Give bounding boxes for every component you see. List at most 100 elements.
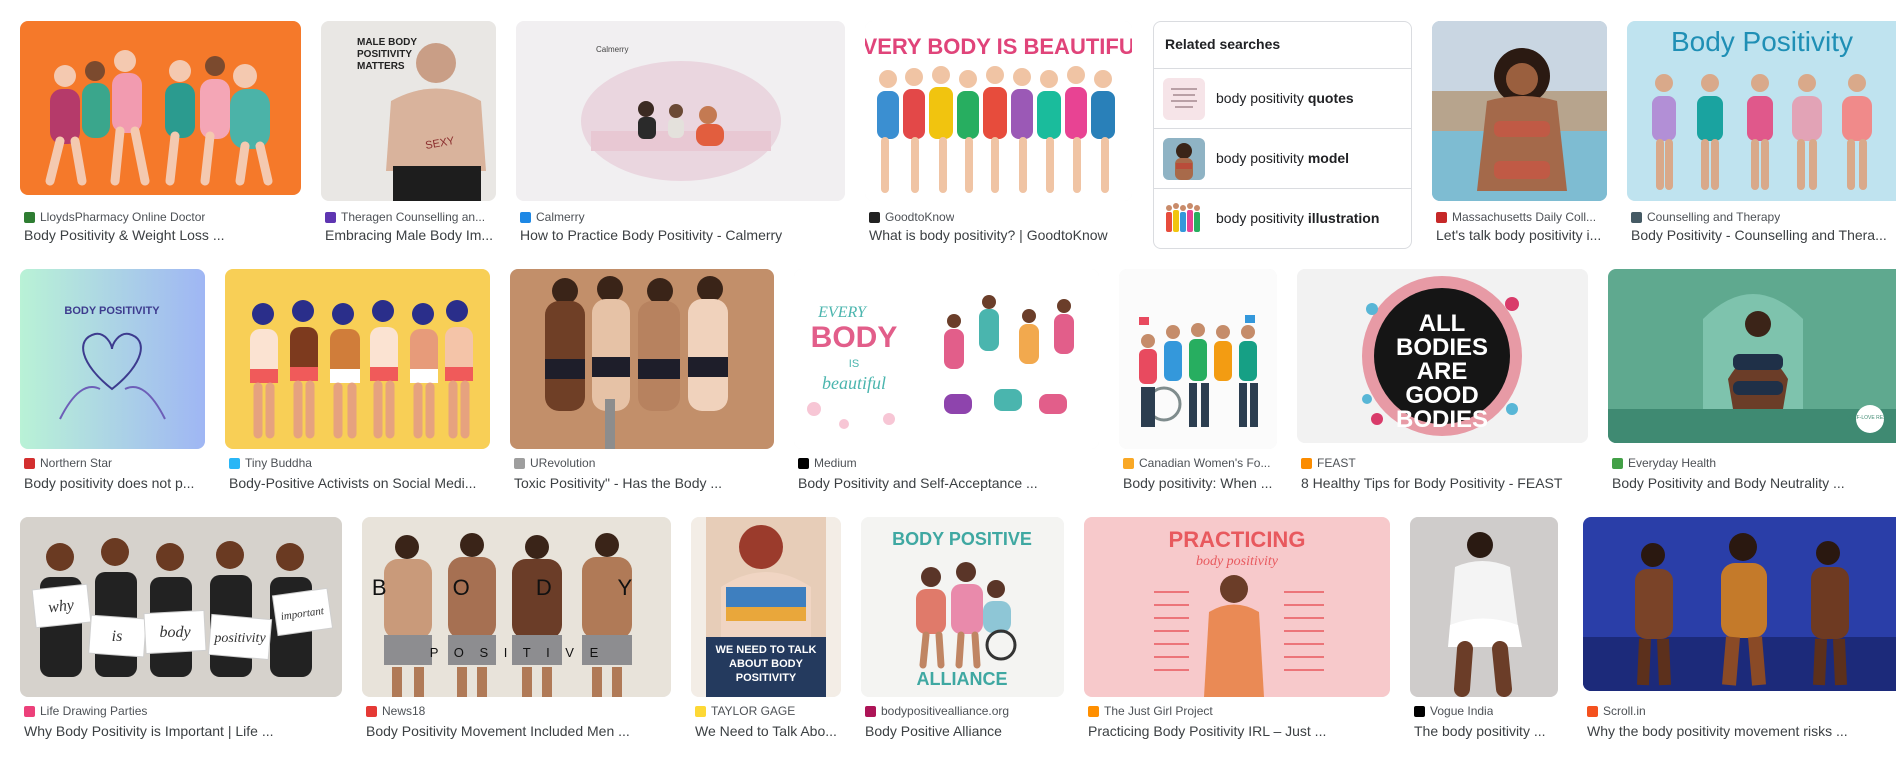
result-title[interactable]: Body Positive Alliance: [865, 721, 1064, 741]
result-title[interactable]: Body Positivity Movement Included Men ..…: [366, 721, 671, 741]
result-thumbnail[interactable]: EVERY BODY IS BEAUTIFUL: [865, 21, 1132, 201]
result-title[interactable]: Practicing Body Positivity IRL – Just ..…: [1088, 721, 1390, 741]
result-card[interactable]: Calmerry Calmerry How to Practice Body P…: [516, 21, 845, 253]
result-image: WE NEED TO TALK ABOUT BODY POSITIVITY: [691, 517, 841, 697]
result-title[interactable]: How to Practice Body Positivity - Calmer…: [520, 225, 845, 245]
thumb-caption: Calmerry: [596, 45, 628, 54]
result-card[interactable]: Tiny Buddha Body-Positive Activists on S…: [225, 269, 490, 501]
result-card[interactable]: Scroll.in Why the body positivity moveme…: [1583, 517, 1896, 749]
result-thumbnail[interactable]: B O D Y P O S I T I V E: [362, 517, 671, 697]
result-title[interactable]: Body Positivity - Counselling and Thera.…: [1631, 225, 1896, 245]
result-card[interactable]: EVERY BODY IS BEAUTIFUL GoodtoKnow What …: [865, 21, 1132, 253]
result-card[interactable]: URevolution Toxic Positivity" - Has the …: [510, 269, 774, 501]
result-card[interactable]: Body Positivity Counselling and Therapy …: [1627, 21, 1896, 253]
site-favicon-icon: [1301, 457, 1312, 469]
result-thumbnail[interactable]: BODY POSITIVITY: [20, 269, 205, 449]
related-searches-header: Related searches: [1165, 36, 1281, 52]
result-thumbnail[interactable]: MALE BODY POSITIVITY MATTERS SEXY: [321, 21, 496, 201]
result-source[interactable]: Everyday Health: [1612, 455, 1896, 471]
result-title[interactable]: Toxic Positivity" - Has the Body ...: [514, 473, 774, 493]
site-favicon-icon: [24, 457, 35, 469]
result-card[interactable]: Vogue India The body positivity ...: [1410, 517, 1558, 749]
result-card[interactable]: MALE BODY POSITIVITY MATTERS SEXY Therag…: [321, 21, 496, 253]
result-title[interactable]: Body-Positive Activists on Social Medi..…: [229, 473, 490, 493]
result-thumbnail[interactable]: [225, 269, 490, 449]
result-card[interactable]: PRACTICING body positivity The Just Girl…: [1084, 517, 1390, 749]
result-source[interactable]: Theragen Counselling an...: [325, 209, 496, 225]
result-source[interactable]: Tiny Buddha: [229, 455, 490, 471]
svg-text:BODIES: BODIES: [1396, 334, 1488, 361]
related-search-model[interactable]: body positivity model: [1154, 128, 1411, 188]
result-thumbnail[interactable]: PRACTICING body positivity: [1084, 517, 1390, 697]
result-source[interactable]: bodypositivealliance.org: [865, 703, 1064, 719]
result-card[interactable]: ALL BODIES ARE GOOD BODIES FEAST 8 Healthy T…: [1297, 269, 1588, 501]
result-thumbnail[interactable]: [1410, 517, 1558, 697]
result-thumbnail[interactable]: [1432, 21, 1607, 201]
related-search-label[interactable]: body positivity model: [1216, 150, 1349, 166]
result-title[interactable]: Body Positivity & Weight Loss ...: [24, 225, 301, 245]
related-search-quotes[interactable]: body positivity quotes: [1154, 68, 1411, 128]
result-card[interactable]: BODY POSITIVITY Northern Star Body posit…: [20, 269, 205, 501]
result-image: BODY POSITIVITY: [20, 269, 205, 449]
result-title[interactable]: Why the body positivity movement risks .…: [1587, 721, 1896, 741]
result-source[interactable]: Northern Star: [24, 455, 205, 471]
result-card[interactable]: EVERY BODY IS beautiful Medium Body Posi…: [794, 269, 1099, 501]
result-title[interactable]: What is body positivity? | GoodtoKnow: [869, 225, 1132, 245]
result-thumbnail[interactable]: WE NEED TO TALK ABOUT BODY POSITIVITY: [691, 517, 841, 697]
result-title[interactable]: Body positivity does not p...: [24, 473, 205, 493]
site-favicon-icon: [229, 457, 240, 469]
result-source[interactable]: The Just Girl Project: [1088, 703, 1390, 719]
result-card[interactable]: BODY POSITIVE ALLIANCE bodypositiveallia…: [861, 517, 1064, 749]
result-thumbnail[interactable]: BODY POSITIVE ALLIANCE: [861, 517, 1064, 697]
result-thumbnail[interactable]: [510, 269, 774, 449]
result-thumbnail[interactable]: Body Positivity: [1627, 21, 1896, 201]
result-card[interactable]: WE NEED TO TALK ABOUT BODY POSITIVITY TAYL…: [691, 517, 841, 749]
related-search-label[interactable]: body positivity quotes: [1216, 90, 1354, 106]
result-card[interactable]: why is body positivity important Life Dr…: [20, 517, 342, 749]
result-source[interactable]: GoodtoKnow: [869, 209, 1132, 225]
result-source[interactable]: FEAST: [1301, 455, 1588, 471]
result-card[interactable]: Massachusetts Daily Coll... Let's talk b…: [1432, 21, 1607, 253]
result-thumbnail[interactable]: [20, 21, 301, 195]
result-card[interactable]: SELF-LOVE RESET Everyday Health Body Pos…: [1608, 269, 1896, 501]
result-title[interactable]: Embracing Male Body Im...: [325, 225, 496, 245]
result-card[interactable]: Canadian Women's Fo... Body positivity: …: [1119, 269, 1277, 501]
result-title[interactable]: Body positivity: When ...: [1123, 473, 1277, 493]
result-card[interactable]: LloydsPharmacy Online Doctor Body Positi…: [20, 21, 301, 253]
result-image: Calmerry: [516, 21, 845, 201]
result-thumbnail[interactable]: EVERY BODY IS beautiful: [794, 269, 1099, 449]
thumb-caption: MALE BODY: [357, 37, 417, 48]
result-thumbnail[interactable]: ALL BODIES ARE GOOD BODIES: [1297, 269, 1588, 443]
result-thumbnail[interactable]: why is body positivity important: [20, 517, 342, 697]
svg-text:BODIES: BODIES: [1396, 406, 1488, 433]
result-source[interactable]: LloydsPharmacy Online Doctor: [24, 209, 301, 225]
result-title[interactable]: Body Positivity and Self-Acceptance ...: [798, 473, 1099, 493]
result-thumbnail[interactable]: SELF-LOVE RESET: [1608, 269, 1896, 443]
result-source[interactable]: Canadian Women's Fo...: [1123, 455, 1277, 471]
result-thumbnail[interactable]: [1583, 517, 1896, 691]
result-source[interactable]: URevolution: [514, 455, 774, 471]
result-title[interactable]: Why Body Positivity is Important | Life …: [24, 721, 342, 741]
result-source[interactable]: Calmerry: [520, 209, 845, 225]
result-title[interactable]: Body Positivity and Body Neutrality ...: [1612, 473, 1896, 493]
result-title[interactable]: The body positivity ...: [1414, 721, 1558, 741]
result-title[interactable]: Let's talk body positivity i...: [1436, 225, 1607, 245]
result-source[interactable]: Scroll.in: [1587, 703, 1896, 719]
result-title[interactable]: We Need to Talk Abo...: [695, 721, 841, 741]
result-image: [1410, 517, 1558, 697]
result-source[interactable]: Medium: [798, 455, 1099, 471]
result-source[interactable]: Massachusetts Daily Coll...: [1436, 209, 1607, 225]
result-title[interactable]: 8 Healthy Tips for Body Positivity - FEA…: [1301, 473, 1588, 493]
result-image: EVERY BODY IS BEAUTIFUL: [865, 21, 1132, 201]
result-source[interactable]: TAYLOR GAGE: [695, 703, 841, 719]
result-thumbnail[interactable]: [1119, 269, 1277, 449]
result-source[interactable]: Vogue India: [1414, 703, 1558, 719]
result-card[interactable]: B O D Y P O S I T I V E News18 Body Posi…: [362, 517, 671, 749]
related-thumbnail: [1163, 78, 1205, 120]
result-thumbnail[interactable]: Calmerry: [516, 21, 845, 201]
result-source[interactable]: Life Drawing Parties: [24, 703, 342, 719]
result-source[interactable]: News18: [366, 703, 671, 719]
related-search-label[interactable]: body positivity illustration: [1216, 210, 1379, 226]
related-search-illustration[interactable]: body positivity illustration: [1154, 188, 1411, 248]
result-source[interactable]: Counselling and Therapy: [1631, 209, 1896, 225]
